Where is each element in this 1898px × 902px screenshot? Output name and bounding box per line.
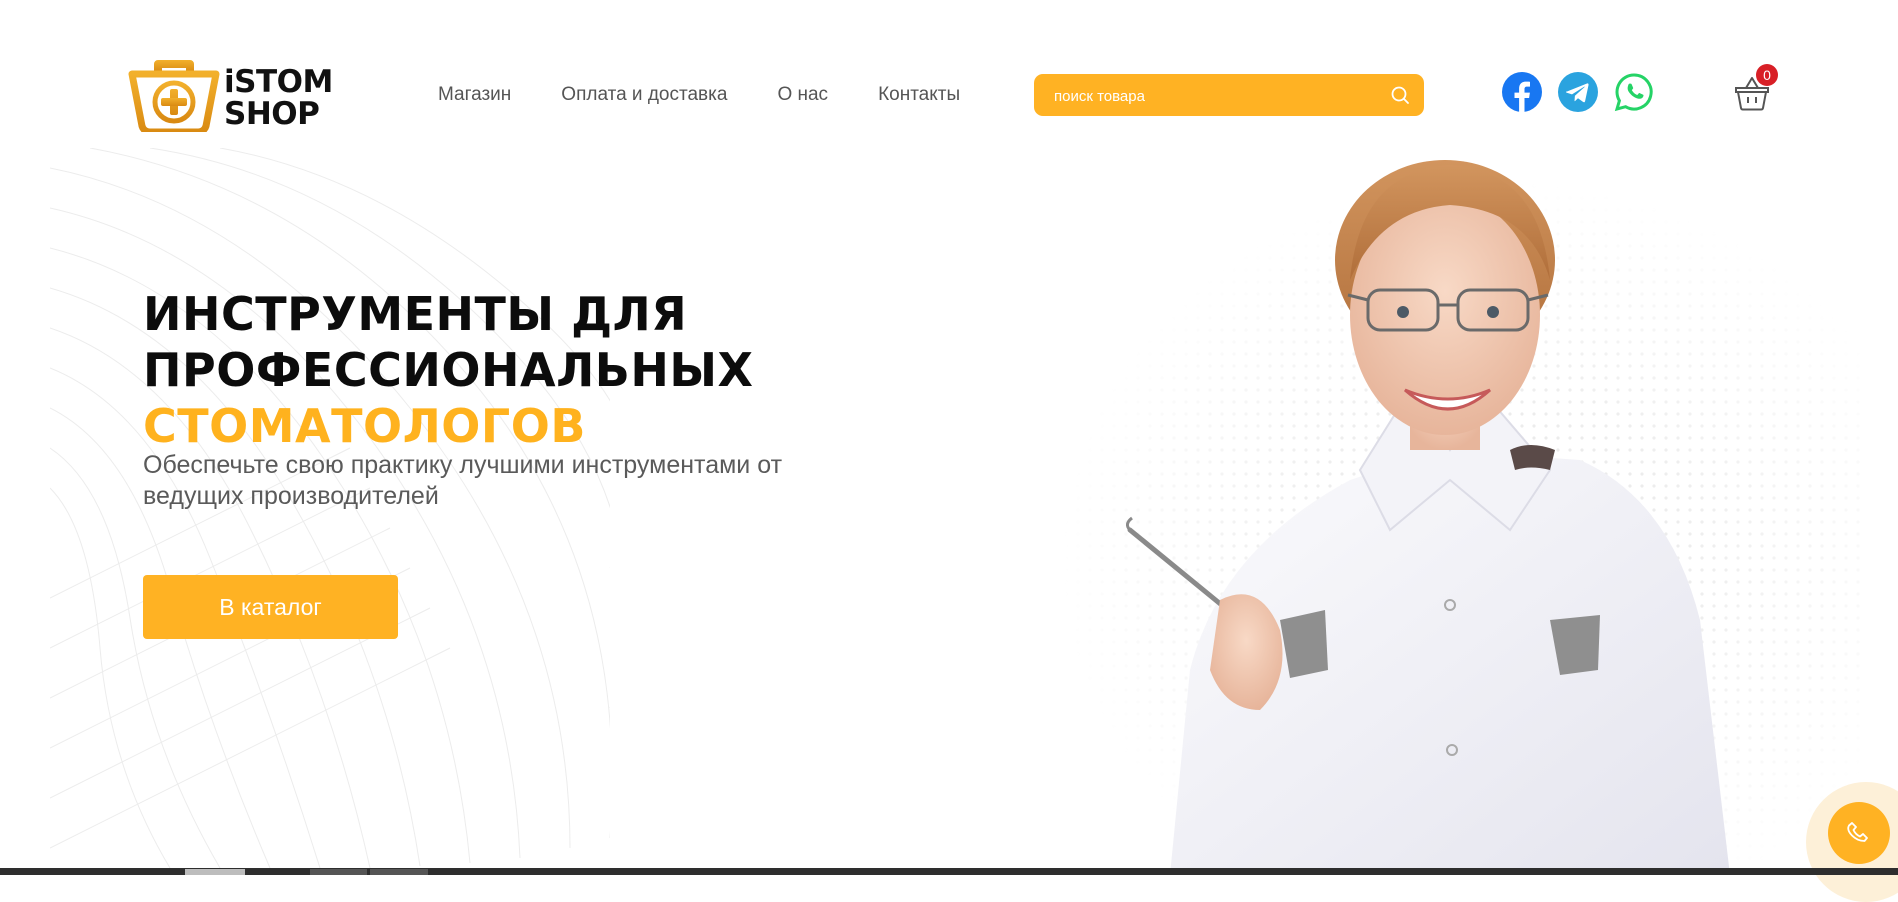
taskbar-item[interactable] [185,869,245,875]
call-button[interactable] [1828,802,1890,864]
logo-text: iSTOM SHOP [224,66,333,130]
medical-bag-logo-icon [128,60,220,132]
search-icon[interactable] [1390,85,1410,105]
search-bar [1034,74,1424,118]
nav-contacts[interactable]: Контакты [878,84,960,106]
cart-button[interactable]: 0 [1730,64,1778,114]
hero-title-accent: СТОМАТОЛОГОВ [143,399,586,453]
catalog-button[interactable]: В каталог [143,575,398,639]
nav-shop[interactable]: Магазин [438,84,511,106]
whatsapp-icon[interactable] [1614,72,1654,112]
hero-title: ИНСТРУМЕНТЫ ДЛЯ ПРОФЕССИОНАЛЬНЫХ СТОМАТО… [143,286,753,454]
telegram-icon[interactable] [1558,72,1598,112]
logo[interactable]: iSTOM SHOP [126,52,366,136]
taskbar [0,868,1898,875]
nav-about[interactable]: О нас [777,84,828,106]
site-header: iSTOM SHOP Магазин Оплата и доставка О н… [0,0,1898,148]
hero-title-line-2: ПРОФЕССИОНАЛЬНЫХ [143,343,754,397]
phone-icon [1847,822,1868,842]
social-links [1502,72,1654,112]
taskbar-item[interactable] [370,869,428,875]
hero-subtitle: Обеспечьте свою практику лучшими инструм… [143,451,783,510]
taskbar-item[interactable] [310,869,367,875]
cart-count-badge: 0 [1756,64,1778,86]
dentist-photo [1125,160,1730,875]
main-nav: Магазин Оплата и доставка О нас Контакты [438,84,960,106]
hero-title-line-1: ИНСТРУМЕНТЫ ДЛЯ [143,287,688,341]
logo-line-2: SHOP [224,96,320,132]
facebook-icon[interactable] [1502,72,1542,112]
search-input[interactable] [1052,74,1376,118]
logo-line-1: iSTOM [224,64,333,100]
nav-payment-delivery[interactable]: Оплата и доставка [561,84,727,106]
